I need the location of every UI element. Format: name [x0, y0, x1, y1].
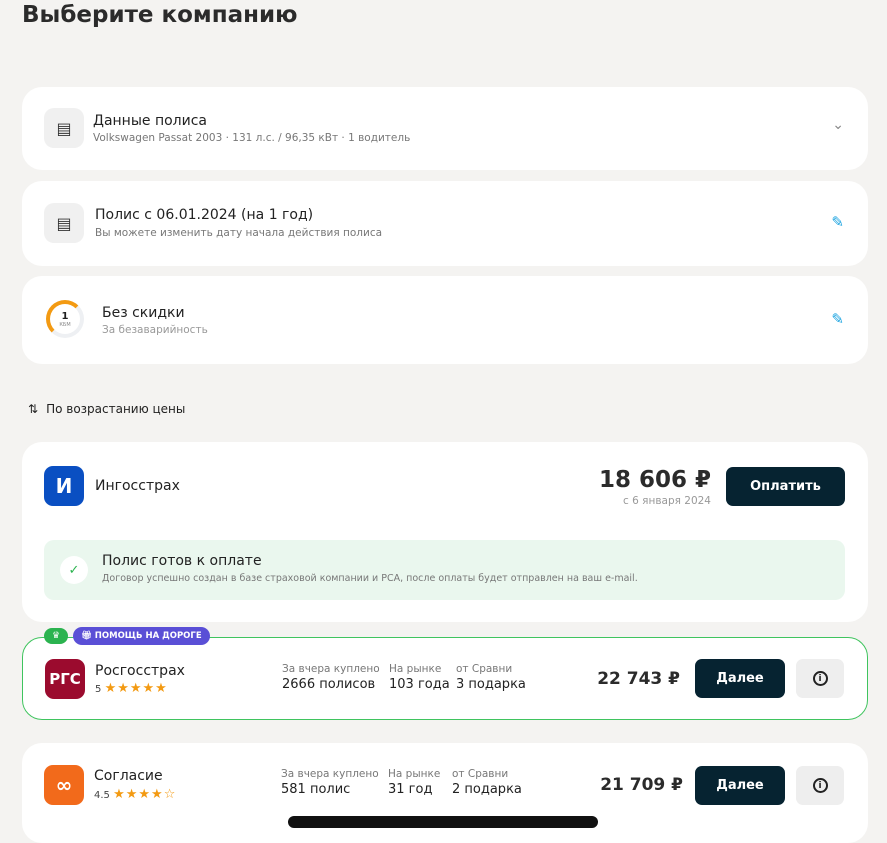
company-name: Росгосстрах — [95, 663, 185, 679]
offer-card-soglasie: ∞ Согласие 4.5 ★★★★☆ За вчера куплено 581… — [22, 743, 868, 843]
discount-title: Без скидки — [102, 305, 185, 321]
policy-date-subtitle: Вы можете изменить дату начала действия … — [95, 227, 383, 239]
ingosstrakh-logo: И — [44, 466, 84, 506]
info-button[interactable]: i — [796, 766, 844, 805]
policy-date-title: Полис с 06.01.2024 (на 1 год) — [95, 207, 314, 223]
policy-data-title: Данные полиса — [93, 113, 207, 129]
edit-icon[interactable]: ✎ — [831, 213, 844, 231]
next-button[interactable]: Далее — [695, 766, 785, 805]
bottom-bar — [288, 816, 598, 828]
rosgosstrakh-logo: РГС — [45, 659, 85, 699]
rating: 4.5 ★★★★☆ — [94, 787, 177, 802]
price: 21 709 ₽ — [600, 775, 683, 795]
policy-date-card: ▤ Полис с 06.01.2024 (на 1 год) Вы может… — [22, 181, 868, 266]
document-icon: ▤ — [44, 108, 84, 148]
stat: За вчера куплено 2666 полисов — [282, 663, 380, 692]
stat: от Сравни 3 подарка — [456, 663, 526, 692]
offer-card-ingosstrakh: И Ингосстрах 18 606 ₽ с 6 января 2024 Оп… — [22, 442, 868, 622]
stat: За вчера куплено 581 полис — [281, 768, 379, 797]
info-icon: i — [812, 778, 828, 793]
policy-data-card[interactable]: ▤ Данные полиса Volkswagen Passat 2003 ·… — [22, 87, 868, 170]
company-name: Ингосстрах — [95, 478, 180, 494]
check-icon: ✓ — [60, 556, 88, 584]
chevron-down-icon[interactable]: ⌄ — [832, 117, 844, 133]
page-title: Выберите компанию — [22, 2, 298, 28]
sort-button[interactable]: ⇅ По возрастанию цены — [28, 402, 185, 416]
kbm-gauge: 1 КБМ — [46, 300, 84, 338]
info-icon: i — [812, 671, 828, 686]
sort-icon: ⇅ — [28, 402, 39, 416]
stat: На рынке 31 год — [388, 768, 441, 797]
offer-card-rosgosstrakh: РГС Росгосстрах 5 ★★★★★ За вчера куплено… — [22, 637, 868, 720]
price-date: с 6 января 2024 — [623, 495, 711, 507]
discount-subtitle: За безаварийность — [102, 324, 208, 336]
document-icon: ▤ — [44, 203, 84, 243]
price: 18 606 ₽ — [598, 467, 711, 493]
gift-icon: 🎁︎ — [81, 631, 92, 641]
stat: от Сравни 2 подарка — [452, 768, 522, 797]
company-name: Согласие — [94, 768, 163, 784]
status-banner: ✓ Полис готов к оплате Договор успешно с… — [44, 540, 845, 600]
policy-data-summary: Volkswagen Passat 2003 · 131 л.с. / 96,3… — [93, 132, 411, 144]
price: 22 743 ₽ — [597, 669, 680, 689]
next-button[interactable]: Далее — [695, 659, 785, 698]
road-help-badge: 🎁︎ ПОМОЩЬ НА ДОРОГЕ — [73, 627, 210, 645]
stat: На рынке 103 года — [389, 663, 450, 692]
rating: 5 ★★★★★ — [95, 681, 168, 696]
discount-card: 1 КБМ Без скидки За безаварийность ✎ — [22, 276, 868, 364]
edit-icon[interactable]: ✎ — [831, 310, 844, 328]
crown-icon: ♛ — [44, 628, 68, 644]
pay-button[interactable]: Оплатить — [726, 467, 845, 506]
soglasie-logo: ∞ — [44, 765, 84, 805]
info-button[interactable]: i — [796, 659, 844, 698]
